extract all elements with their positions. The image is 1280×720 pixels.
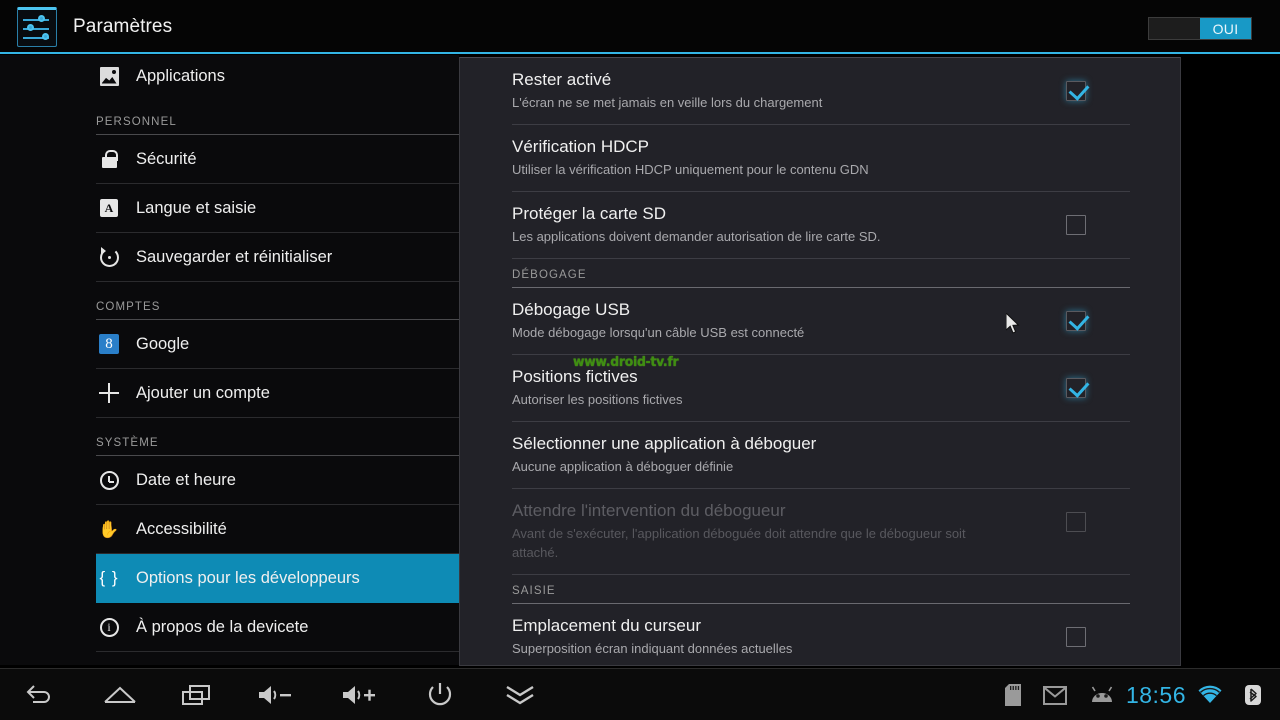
- sidebar-item-google[interactable]: 8 Google: [96, 320, 459, 369]
- info-icon: i: [96, 617, 122, 637]
- settings-section-header: SAISIE: [512, 575, 1130, 604]
- language-icon: A: [96, 199, 122, 217]
- sidebar-section-header: SYSTÈME: [96, 418, 459, 456]
- sidebar-item-label: Date et heure: [136, 470, 236, 489]
- settings-row[interactable]: Emplacement du curseur Superposition écra…: [512, 604, 1130, 665]
- sidebar-item-s-curit[interactable]: Sécurité: [96, 135, 459, 184]
- settings-row-subtitle: Autoriser les positions fictives: [512, 392, 683, 407]
- settings-row[interactable]: Protéger la carte SD Les applications doi…: [512, 192, 1130, 259]
- sidebar-item-label: Ajouter un compte: [136, 383, 270, 402]
- header-toggle-on[interactable]: OUI: [1200, 18, 1251, 39]
- back-icon[interactable]: [10, 669, 70, 720]
- sidebar-item-label: Applications: [136, 66, 225, 85]
- plus-icon: [96, 383, 122, 403]
- sidebar-item-label: Langue et saisie: [136, 198, 257, 217]
- braces-icon: { }: [99, 568, 119, 587]
- settings-row-title: Débogage USB: [512, 300, 631, 319]
- sidebar-item-label: À propos de la devicete: [136, 617, 309, 636]
- lock-icon: [96, 150, 122, 168]
- sidebar-item-label: Options pour les développeurs: [136, 568, 360, 587]
- sidebar-section-header: PERSONNEL: [96, 97, 459, 135]
- applications-icon: [96, 66, 122, 86]
- header-toggle-off[interactable]: [1149, 18, 1200, 39]
- android-robot-icon: [1089, 686, 1115, 704]
- volume-down-icon[interactable]: [246, 669, 306, 720]
- settings-row-title: Emplacement du curseur: [512, 616, 701, 635]
- clock-icon: [96, 470, 122, 490]
- sidebar-section-header: COMPTES: [96, 282, 459, 320]
- sidebar-item-label: Sauvegarder et réinitialiser: [136, 247, 333, 266]
- gmail-icon: [1042, 685, 1067, 705]
- settings-row-title: Attendre l'intervention du débogueur: [512, 501, 786, 520]
- settings-checkbox[interactable]: [1066, 311, 1086, 331]
- header-toggle[interactable]: OUI: [1148, 17, 1252, 40]
- settings-checkbox[interactable]: [1066, 81, 1086, 101]
- sidebar-item-ajouter-un-compte[interactable]: Ajouter un compte: [96, 369, 459, 418]
- settings-checkbox: [1066, 512, 1086, 532]
- sidebar-item-langue-et-saisie[interactable]: A Langue et saisie: [96, 184, 459, 233]
- settings-checkbox[interactable]: [1066, 215, 1086, 235]
- settings-row-title: Vérification HDCP: [512, 137, 649, 156]
- status-clock: 18:56: [1125, 681, 1186, 708]
- settings-sidebar[interactable]: Applications PERSONNEL Sécurité A Langue et …: [0, 55, 459, 665]
- settings-row-title: Protéger la carte SD: [512, 204, 667, 223]
- settings-row-subtitle: L'écran ne se met jamais en veille lors …: [512, 95, 823, 110]
- sidebar-item-label: Accessibilité: [136, 519, 227, 538]
- settings-row: Attendre l'intervention du débogueur Avan…: [512, 489, 1130, 575]
- sidebar-item-options-pour-les-d-veloppeurs[interactable]: { } Options pour les développeurs: [96, 554, 459, 603]
- sidebar-item-accessibilit[interactable]: ✋ Accessibilité: [96, 505, 459, 554]
- mouse-cursor: [1006, 313, 1020, 334]
- expand-chevrons-icon[interactable]: [490, 669, 550, 720]
- power-icon[interactable]: [410, 669, 470, 720]
- accessibility-hand-icon: ✋: [98, 519, 120, 539]
- site-watermark: www.droid-tv.fr: [573, 354, 679, 370]
- sidebar-item-propos-de-la-devicete[interactable]: i À propos de la devicete: [96, 603, 459, 652]
- settings-row-subtitle: Utiliser la vérification HDCP uniquement…: [512, 162, 869, 177]
- sidebar-item-label: Google: [136, 334, 190, 353]
- settings-row-title: Sélectionner une application à déboguer: [512, 434, 817, 453]
- status-tray[interactable]: 18:56: [994, 669, 1272, 720]
- google-icon: 8: [96, 334, 122, 354]
- sidebar-item-date-et-heure[interactable]: Date et heure: [96, 456, 459, 505]
- restore-icon: [96, 246, 122, 267]
- settings-row[interactable]: Débogage USB Mode débogage lorsqu'un câbl…: [512, 288, 1130, 355]
- settings-row[interactable]: Vérification HDCP Utiliser la vérificatio…: [512, 125, 1130, 192]
- settings-checkbox[interactable]: [1066, 627, 1086, 647]
- developer-options-panel[interactable]: Rester activé L'écran ne se met jamais en…: [459, 57, 1181, 666]
- settings-row-subtitle: Avant de s'exécuter, l'application débog…: [512, 526, 966, 560]
- settings-row-title: Rester activé: [512, 70, 612, 89]
- settings-section-header: DÉBOGAGE: [512, 259, 1130, 288]
- app-bar-accent-line: [0, 52, 1280, 54]
- sd-card-icon: [1004, 684, 1021, 706]
- sidebar-item-sauvegarder-et-r-initialiser[interactable]: Sauvegarder et réinitialiser: [96, 233, 459, 282]
- page-title: Paramètres: [73, 15, 173, 37]
- app-bar: Paramètres OUI: [0, 0, 1280, 53]
- settings-row-subtitle: Les applications doivent demander autori…: [512, 229, 881, 244]
- settings-row[interactable]: Sélectionner une application à déboguer A…: [512, 422, 1130, 489]
- settings-row[interactable]: Rester activé L'écran ne se met jamais en…: [512, 58, 1130, 125]
- settings-checkbox[interactable]: [1066, 378, 1086, 398]
- settings-row-subtitle: Mode débogage lorsqu'un câble USB est co…: [512, 325, 805, 340]
- settings-row-subtitle: Superposition écran indiquant données ac…: [512, 641, 793, 656]
- home-icon[interactable]: [90, 669, 150, 720]
- sidebar-item-label: Sécurité: [136, 149, 197, 168]
- bluetooth-icon: [1245, 685, 1261, 705]
- recents-icon[interactable]: [166, 669, 226, 720]
- sidebar-item-applications[interactable]: Applications: [96, 55, 459, 97]
- settings-sliders-icon: [17, 6, 57, 47]
- volume-up-icon[interactable]: [330, 669, 390, 720]
- settings-row-subtitle: Aucune application à déboguer définie: [512, 459, 734, 474]
- wifi-icon: [1197, 685, 1223, 705]
- android-settings-screen: Paramètres OUI Applications PERSONNEL Sécu…: [0, 0, 1280, 720]
- system-navigation-bar[interactable]: 18:56: [0, 668, 1280, 720]
